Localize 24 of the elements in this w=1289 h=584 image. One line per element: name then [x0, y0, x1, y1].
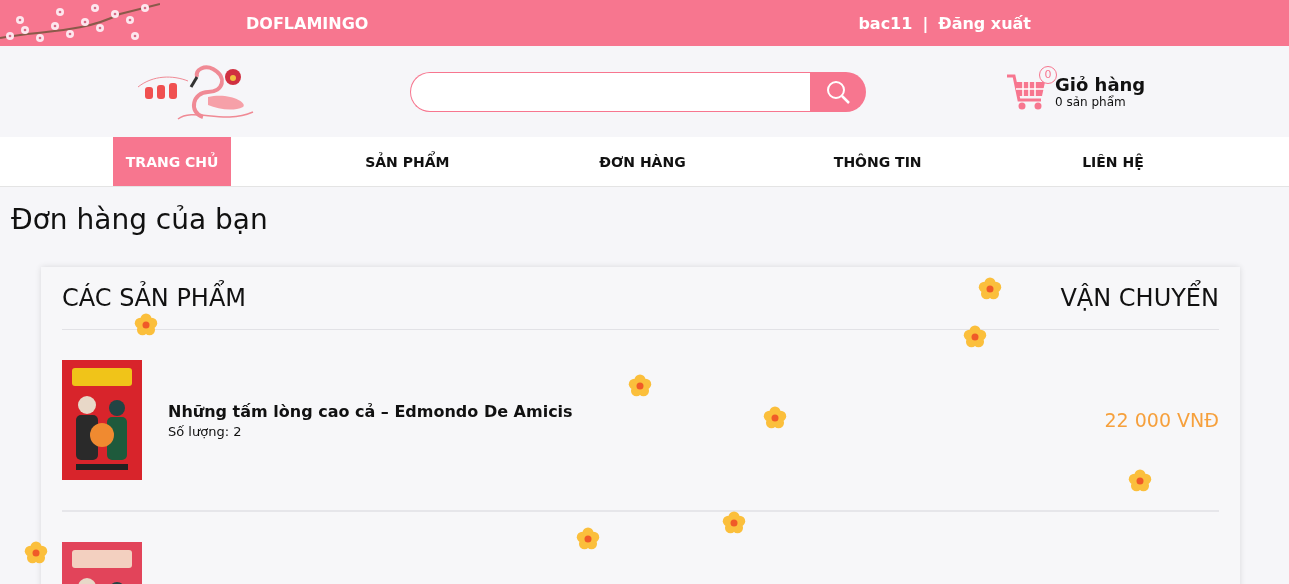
product-price: 22 000 VNĐ	[1104, 409, 1219, 431]
quantity-label: Số lượng: 2	[168, 423, 243, 439]
blossom-icon	[23, 540, 49, 566]
blossom-icon	[977, 276, 1003, 302]
search-icon	[825, 78, 851, 105]
cart-count-badge: 0	[1039, 65, 1057, 84]
blossom-icon	[962, 324, 988, 350]
nav-tab[interactable]: SẢN PHẨM	[348, 137, 467, 186]
search-button[interactable]	[810, 71, 866, 112]
blossom-icon	[762, 405, 788, 431]
cart-item-count: 0 sản phẩm	[1055, 95, 1126, 109]
nav-tab[interactable]: THÔNG TIN	[818, 137, 937, 186]
page-title: Đơn hàng của bạn	[11, 203, 269, 236]
blossom-icon	[1127, 468, 1153, 494]
nav-tab[interactable]: ĐƠN HÀNG	[583, 137, 702, 186]
blossom-icon	[721, 510, 747, 536]
search-field[interactable]	[410, 71, 810, 112]
blossom-icon	[627, 373, 653, 399]
separator: |	[922, 13, 929, 33]
nav-tab[interactable]: LIÊN HỆ	[1053, 137, 1172, 186]
cart-title[interactable]: Giỏ hàng	[1055, 74, 1146, 95]
blossom-icon	[133, 312, 159, 338]
blossom-icon	[575, 526, 601, 552]
product-title[interactable]: Những tấm lòng cao cả – Edmondo De Amicis	[168, 401, 573, 421]
